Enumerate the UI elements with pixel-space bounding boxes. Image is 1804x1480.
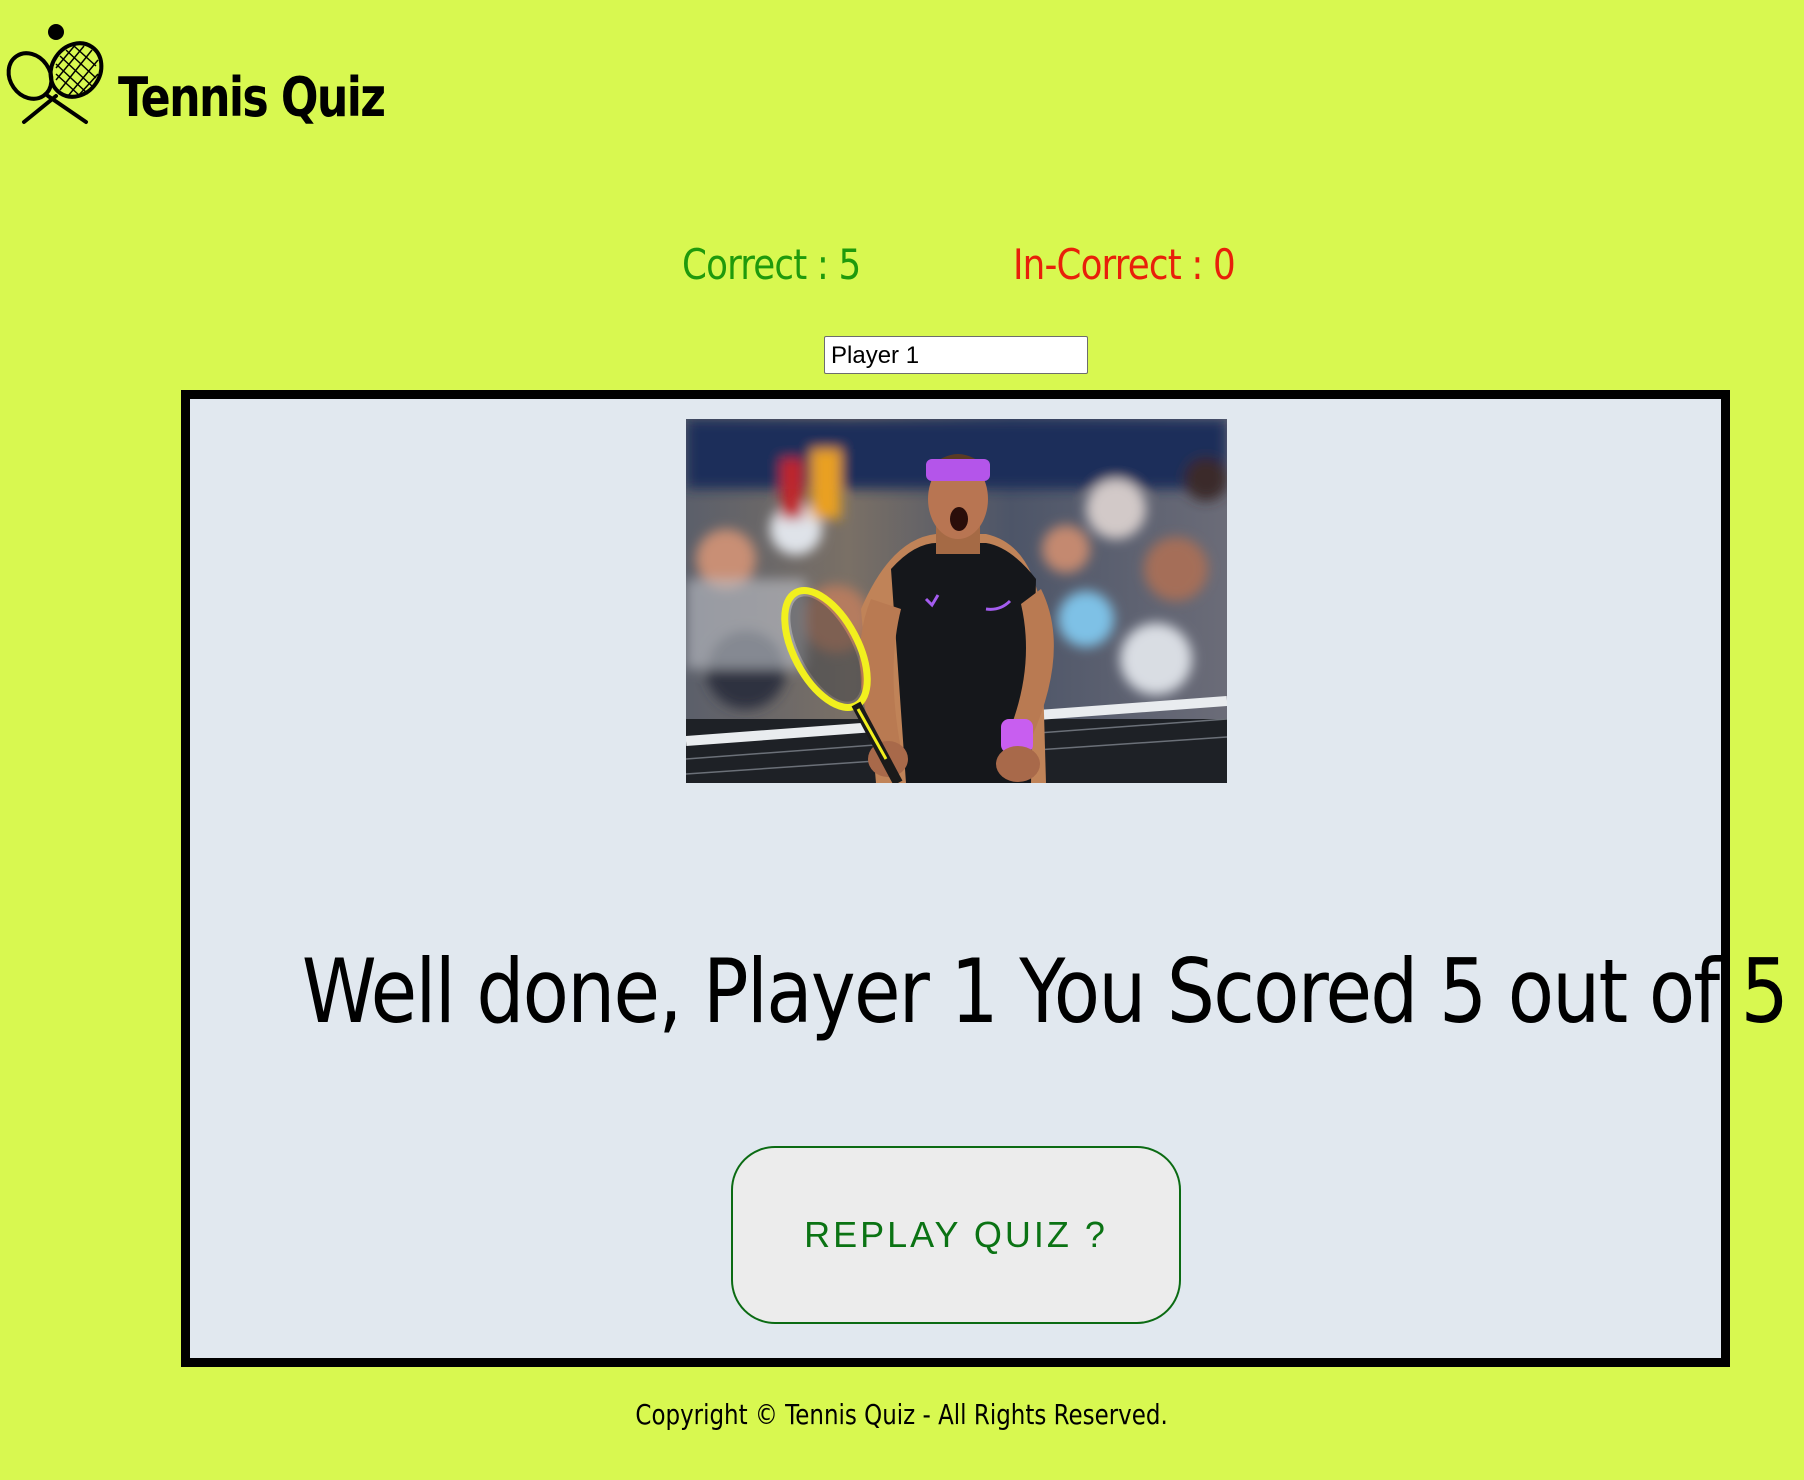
correct-score: Correct : 5 <box>682 240 861 289</box>
player-name-input[interactable] <box>824 336 1088 374</box>
replay-quiz-button[interactable]: REPLAY QUIZ ? <box>731 1146 1181 1324</box>
footer-copyright: Copyright © Tennis Quiz - All Rights Res… <box>635 1398 1169 1431</box>
result-message: Well done, Player 1 You Scored 5 out of … <box>301 940 1789 1043</box>
tennis-racket-ball-icon <box>6 24 104 124</box>
site-title: Tennis Quiz <box>118 66 386 129</box>
incorrect-score: In-Correct : 0 <box>1013 240 1236 289</box>
tennis-player-photo <box>686 419 1227 783</box>
